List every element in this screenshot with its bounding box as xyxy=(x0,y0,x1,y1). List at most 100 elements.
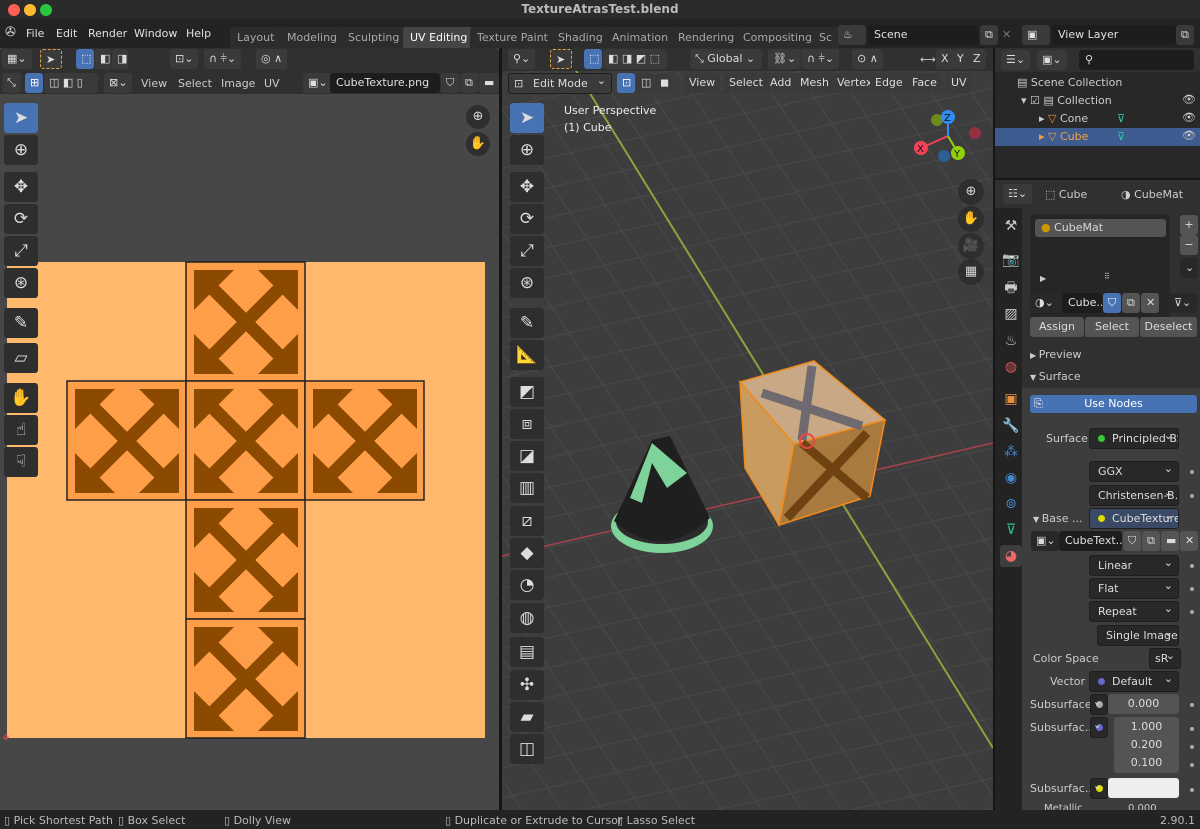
viewport-menu-add[interactable]: Add xyxy=(765,73,797,93)
subsurface-radius-x[interactable]: 1.000 xyxy=(1114,717,1179,737)
material-browse-icon[interactable]: ◑⌄ xyxy=(1030,293,1062,313)
material-name-field[interactable]: Cube... xyxy=(1062,293,1102,313)
pivot-icon[interactable]: ⊡⌄ xyxy=(170,49,199,69)
uv-face[interactable] xyxy=(185,499,306,620)
modifier-tab-icon[interactable]: 🔧 xyxy=(1000,415,1022,437)
rip-tool-icon[interactable]: ▱ xyxy=(4,343,38,373)
outliner-item-cone[interactable]: ▸ ▽ Cone ⊽ xyxy=(1039,112,1125,125)
transform-tool-icon[interactable]: ⊛ xyxy=(4,268,38,298)
scene-name-field[interactable]: Scene xyxy=(868,25,978,45)
distribution-select[interactable]: GGX xyxy=(1089,461,1179,482)
deselect-button[interactable]: Deselect xyxy=(1140,317,1197,337)
outliner-editor-type-icon[interactable]: ☰⌄ xyxy=(1001,50,1031,70)
pivot-point-icon[interactable]: ⛓⌄ xyxy=(768,49,802,69)
move-tool-icon[interactable]: ✥ xyxy=(510,172,544,202)
workspace-tab-modeling[interactable]: Modeling xyxy=(280,27,345,48)
world-tab-icon[interactable]: ◍ xyxy=(1000,356,1022,378)
workspace-tab-texture-paint[interactable]: Texture Paint xyxy=(470,27,555,48)
color-space-select[interactable]: sR xyxy=(1149,648,1181,669)
viewport-menu-mesh[interactable]: Mesh xyxy=(795,73,834,93)
blender-logo-icon[interactable]: ✇ xyxy=(5,25,16,40)
keyframe-dot-icon[interactable] xyxy=(1190,470,1194,474)
tool-tab-icon[interactable]: ⚒ xyxy=(1000,215,1022,237)
mode-select[interactable]: ⊡ Edit Mode xyxy=(508,73,612,94)
menu-edit[interactable]: Edit xyxy=(56,27,77,40)
relax-tool-icon[interactable]: ☝ xyxy=(4,415,38,445)
workspace-tab-rendering[interactable]: Rendering xyxy=(671,27,742,48)
workspace-tab-sc[interactable]: Sc xyxy=(812,27,840,48)
new-image-icon[interactable]: ⧉ xyxy=(1142,531,1160,551)
menu-file[interactable]: File xyxy=(26,27,44,40)
base-color-expand[interactable]: ▼ Base ... xyxy=(1033,512,1082,525)
breadcrumb-material[interactable]: ◑ CubeMat xyxy=(1121,188,1183,201)
sync-selection-icon[interactable]: ⤡ xyxy=(2,73,21,93)
view-layer-field[interactable]: View Layer xyxy=(1052,25,1176,45)
vector-field[interactable]: Default xyxy=(1089,671,1179,692)
workspace-tab-shading[interactable]: Shading xyxy=(551,27,610,48)
link-type-icon[interactable]: ⊽⌄ xyxy=(1169,293,1197,313)
gizmo-y-label[interactable]: Y xyxy=(953,149,961,160)
keyframe-dot-icon[interactable] xyxy=(1190,564,1194,568)
bevel-tool-icon[interactable]: ◪ xyxy=(510,441,544,471)
pan-view-icon[interactable]: ✋ xyxy=(958,206,984,232)
new-view-layer-icon[interactable]: ⧉ xyxy=(1176,25,1194,45)
use-nodes-button[interactable]: ⎘ Use Nodes xyxy=(1030,395,1197,413)
outliner-search-input[interactable]: ⚲ xyxy=(1079,50,1194,70)
annotate-tool-icon[interactable]: ✎ xyxy=(510,308,544,338)
shrink-fatten-tool-icon[interactable]: ✣ xyxy=(510,670,544,700)
select-new-icon[interactable]: ⬚ xyxy=(76,49,94,69)
uv-face[interactable] xyxy=(185,380,306,501)
measure-tool-icon[interactable]: 📐 xyxy=(510,340,544,370)
close-window-button[interactable] xyxy=(8,4,20,16)
pan-view-icon[interactable]: ✋ xyxy=(466,132,490,156)
scene-collection-item[interactable]: ▤ Scene Collection xyxy=(1017,76,1122,89)
image-browse-icon[interactable]: ▣⌄ xyxy=(303,73,333,93)
uv-canvas[interactable]: ⌖ xyxy=(0,96,499,810)
collection-item[interactable]: ▾ ☑ ▤ Collection xyxy=(1021,94,1112,107)
select-subtract-icon[interactable]: ◨ xyxy=(112,49,128,69)
camera-view-icon[interactable]: 🎥 xyxy=(958,233,984,259)
gizmo-x-label[interactable]: X xyxy=(917,144,924,155)
select-tool-icon[interactable]: ➤ xyxy=(550,49,572,69)
face-select-mode-icon[interactable]: ◼ xyxy=(655,73,673,93)
panel-preview-header[interactable]: ▶ Preview xyxy=(1030,348,1082,361)
rotate-tool-icon[interactable]: ⟳ xyxy=(510,204,544,234)
workspace-tab-layout[interactable]: Layout xyxy=(230,27,282,48)
poly-build-tool-icon[interactable]: ◆ xyxy=(510,538,544,568)
editor-type-icon[interactable]: ▦⌄ xyxy=(2,49,32,69)
remove-slot-button[interactable]: − xyxy=(1180,235,1198,255)
uv-menu-view[interactable]: View xyxy=(141,77,167,90)
minimize-window-button[interactable] xyxy=(24,4,36,16)
workspace-tab-sculpting[interactable]: Sculpting xyxy=(341,27,407,48)
add-slot-button[interactable]: + xyxy=(1180,215,1198,235)
uv-face[interactable] xyxy=(304,380,425,501)
scale-tool-icon[interactable]: ⤢ xyxy=(510,236,544,266)
viewport-menu-select[interactable]: Select xyxy=(724,73,768,93)
menu-render[interactable]: Render xyxy=(88,27,127,40)
move-tool-icon[interactable]: ✥ xyxy=(4,172,38,202)
view-layer-browse-icon[interactable]: ▣ xyxy=(1022,25,1050,45)
loop-cut-tool-icon[interactable]: ▥ xyxy=(510,473,544,503)
image-name-field[interactable]: CubeText... xyxy=(1059,531,1122,551)
object-tab-icon[interactable]: ▣ xyxy=(1000,388,1022,410)
menu-window[interactable]: Window xyxy=(134,27,177,40)
select-tool-icon[interactable]: ➤ xyxy=(40,49,62,69)
data-tab-icon[interactable]: ⊽ xyxy=(1000,519,1022,541)
uv-face[interactable] xyxy=(185,618,306,739)
open-image-icon[interactable]: ▬ xyxy=(479,73,500,93)
keyframe-dot-icon[interactable] xyxy=(1190,745,1194,749)
render-tab-icon[interactable]: 📷 xyxy=(1000,249,1022,271)
mirror-y-toggle[interactable]: Y xyxy=(952,49,969,69)
image-name-field[interactable]: CubeTexture.png xyxy=(330,73,440,93)
list-expand-icon[interactable]: ▶ xyxy=(1040,274,1046,283)
scene-browse-icon[interactable]: ♨ xyxy=(838,25,866,45)
inset-tool-icon[interactable]: ⧈ xyxy=(510,409,544,439)
select-box-tool-icon[interactable]: ➤ xyxy=(4,103,38,133)
uv-face[interactable] xyxy=(66,380,187,501)
transform-orientation-select[interactable]: ⤡ Global ⌄ xyxy=(690,49,762,69)
physics-tab-icon[interactable]: ◉ xyxy=(1000,467,1022,489)
constraints-tab-icon[interactable]: ⊚ xyxy=(1000,493,1022,515)
subsurface-color-swatch[interactable] xyxy=(1108,778,1179,798)
shear-tool-icon[interactable]: ▰ xyxy=(510,702,544,732)
uv-face[interactable] xyxy=(185,261,306,382)
